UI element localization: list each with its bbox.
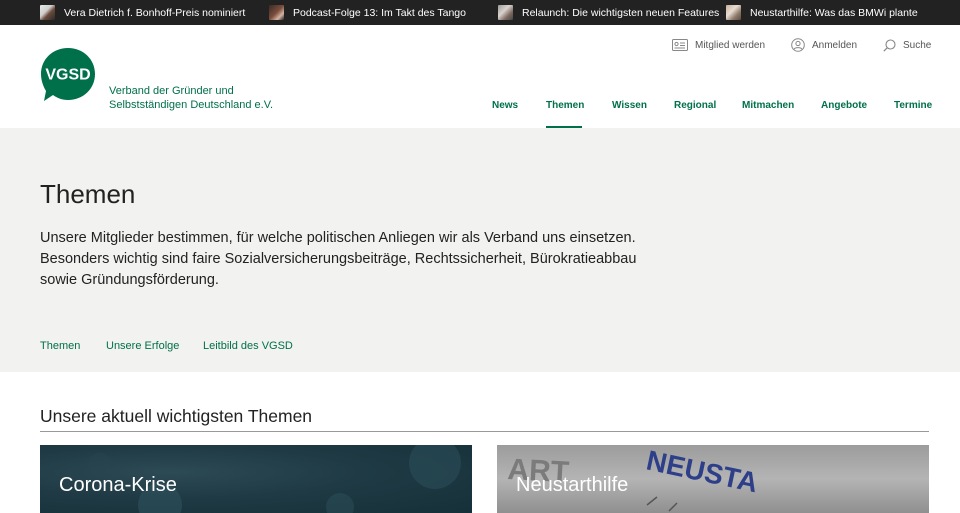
organization-name: Verband der Gründer und Selbstständigen … xyxy=(109,85,274,111)
subnav-unsere-erfolge[interactable]: Unsere Erfolge xyxy=(106,340,179,352)
nav-item-mitmachen[interactable]: Mitmachen xyxy=(742,100,794,114)
topic-card-neustarthilfe[interactable]: ART NEUSTA Neustarthilfe xyxy=(497,445,929,513)
nav-item-themen[interactable]: Themen xyxy=(546,100,584,114)
logo-text: VGSD xyxy=(45,67,90,84)
subnav-leitbild[interactable]: Leitbild des VGSD xyxy=(203,340,293,352)
news-thumbnail xyxy=(40,5,55,20)
search-icon xyxy=(883,38,896,52)
section-title: Unsere aktuell wichtigsten Themen xyxy=(40,406,313,426)
news-item-relaunch[interactable]: Relaunch: Die wichtigsten neuen Features xyxy=(498,0,719,25)
topic-card-corona[interactable]: Corona-Krise xyxy=(40,445,472,513)
nav-item-regional[interactable]: Regional xyxy=(674,100,716,114)
topic-card-title: Corona-Krise xyxy=(59,474,177,496)
news-item-label: Relaunch: Die wichtigsten neuen Features xyxy=(522,6,720,19)
nav-item-wissen[interactable]: Wissen xyxy=(612,100,647,114)
news-thumbnail xyxy=(498,5,513,20)
news-item-label: Neustarthilfe: Was das BMWi plante xyxy=(750,6,918,19)
news-item-bonhoff-preis[interactable]: Vera Dietrich f. Bonhoff-Preis nominiert xyxy=(40,0,245,25)
search-link[interactable]: Suche xyxy=(883,38,931,52)
news-thumbnail xyxy=(726,5,741,20)
search-label: Suche xyxy=(903,39,932,51)
section-divider xyxy=(40,431,929,432)
vgsd-logo[interactable]: VGSD xyxy=(40,46,96,102)
page-title: Themen xyxy=(40,179,136,209)
login-label: Anmelden xyxy=(812,39,858,51)
nav-item-angebote[interactable]: Angebote xyxy=(821,100,867,114)
page-hero: Themen Unsere Mitglieder bestimmen, für … xyxy=(0,128,960,372)
card-image-text-neustart: NEUSTA xyxy=(644,445,761,498)
site-header: VGSD Verband der Gründer und Selbstständ… xyxy=(0,25,960,129)
member-card-icon xyxy=(672,39,688,51)
become-member-link[interactable]: Mitglied werden xyxy=(672,38,765,52)
news-item-label: Vera Dietrich f. Bonhoff-Preis nominiert xyxy=(64,6,246,19)
subnav-themen[interactable]: Themen xyxy=(40,340,80,352)
news-thumbnail xyxy=(269,5,284,20)
nav-item-news[interactable]: News xyxy=(492,100,518,114)
news-item-label: Podcast-Folge 13: Im Takt des Tango xyxy=(293,6,466,19)
nav-item-termine[interactable]: Termine xyxy=(894,100,932,114)
news-item-podcast[interactable]: Podcast-Folge 13: Im Takt des Tango xyxy=(269,0,466,25)
news-item-neustarthilfe[interactable]: Neustarthilfe: Was das BMWi plante xyxy=(726,0,918,25)
become-member-label: Mitglied werden xyxy=(695,39,766,51)
page-intro-text: Unsere Mitglieder bestimmen, für welche … xyxy=(40,230,637,288)
top-news-bar: Vera Dietrich f. Bonhoff-Preis nominiert… xyxy=(0,0,960,25)
topic-card-title: Neustarthilfe xyxy=(516,474,629,496)
user-icon xyxy=(791,38,805,52)
login-link[interactable]: Anmelden xyxy=(791,38,857,52)
